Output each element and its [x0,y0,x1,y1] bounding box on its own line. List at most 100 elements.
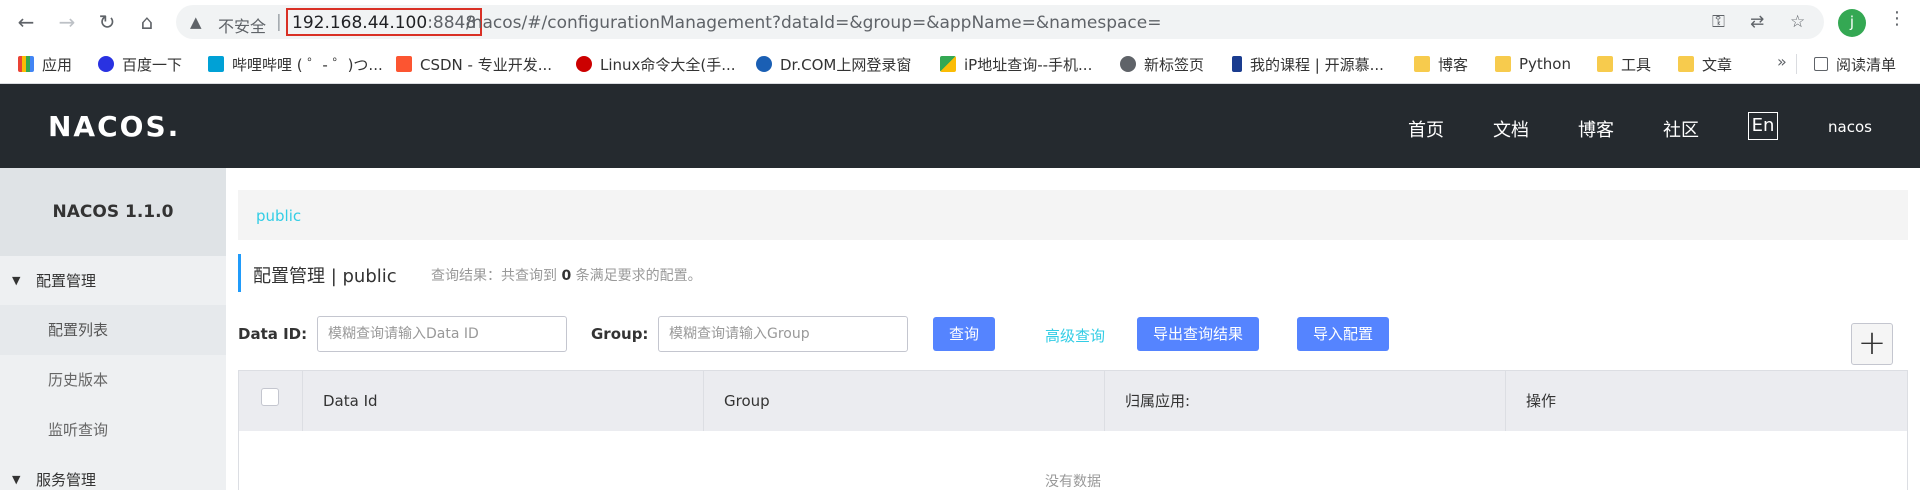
bookmark-csdn[interactable]: CSDN - 专业开发... [396,53,552,75]
redhat-icon [576,56,592,72]
insecure-label: 不安全 [218,17,267,36]
data-id-label: Data ID: [238,325,308,343]
bookmark-label: 工具 [1621,55,1652,74]
query-result-summary: 查询结果：共查询到 0 条满足要求的配置。 [431,265,702,285]
caret-down-icon: ▼ [12,473,21,486]
bookmark-new-tab[interactable]: 新标签页 [1120,53,1204,75]
home-icon[interactable]: ⌂ [135,10,159,34]
bookmark-folder-blog[interactable]: 博客 [1414,53,1468,75]
column-actions: 操作 [1526,392,1557,410]
column-group[interactable]: Group [704,371,1105,431]
folder-icon [1597,56,1613,72]
namespace-bar: public [238,190,1908,240]
bookmarks-divider [1796,54,1797,74]
bilibili-tv-icon [208,56,224,72]
baidu-paw-icon [98,56,114,72]
bookmark-courses[interactable]: 我的课程 | 开源慕... [1232,53,1384,75]
url-path: /nacos/#/configurationManagement?dataId=… [466,13,1162,33]
import-config-button[interactable]: 导入配置 [1297,317,1389,351]
warning-triangle-icon: ▲ [190,13,202,31]
data-id-input[interactable] [317,316,567,352]
advanced-query-link[interactable]: 高级查询 [1045,325,1105,346]
bookmark-folder-articles[interactable]: 文章 [1678,53,1732,75]
ip-query-icon [940,56,956,72]
nav-docs[interactable]: 文档 [1493,116,1529,142]
bookmark-folder-python[interactable]: Python [1495,53,1571,75]
translate-icon[interactable]: ⇄ [1750,12,1764,32]
caret-down-icon: ▼ [12,274,21,287]
back-arrow-icon[interactable]: ← [14,10,38,34]
bookmark-label: 我的课程 | 开源慕... [1250,55,1384,74]
bookmark-baidu[interactable]: 百度一下 [98,53,182,75]
bookmarks-overflow-icon[interactable]: » [1777,52,1787,71]
nacos-logo[interactable]: NACOS. [48,110,180,143]
reading-list-label: 阅读清单 [1836,55,1897,74]
page-title: 配置管理 | public [253,266,397,287]
result-prefix: 查询结果：共查询到 [431,268,562,284]
result-suffix: 条满足要求的配置。 [571,268,702,284]
sidebar: NACOS 1.1.0 ▼ 配置管理 配置列表 历史版本 监听查询 ▼ 服务管理 [0,168,226,490]
sidebar-item-listener-query[interactable]: 监听查询 [0,405,226,455]
sidebar-item-history[interactable]: 历史版本 [0,355,226,405]
bookmark-label: iP地址查询--手机... [964,55,1093,74]
bookmark-drcom[interactable]: Dr.COM上网登录窗 [756,53,911,75]
bookmark-bilibili[interactable]: 哔哩哔哩 ( ゜- ゜)つ... [208,53,383,75]
bookmark-label: 哔哩哔哩 ( ゜- ゜)つ... [232,55,383,74]
language-toggle-button[interactable]: En [1748,112,1778,140]
drcom-icon [756,56,772,72]
nav-home[interactable]: 首页 [1408,116,1444,142]
sidebar-group-label: 服务管理 [36,471,97,489]
key-icon[interactable]: ⚿ [1712,12,1725,32]
sidebar-group-config[interactable]: ▼ 配置管理 [0,257,226,305]
table-header: Data Id Group 归属应用: 操作 [239,371,1907,431]
reload-icon[interactable]: ↻ [95,10,119,34]
apps-grid-icon [18,56,34,72]
export-results-button[interactable]: 导出查询结果 [1137,317,1259,351]
reading-list-icon [1814,57,1828,71]
bookmark-label: Linux命令大全(手... [600,55,736,74]
bookmark-label: 新标签页 [1144,55,1205,74]
omnibox-separator: | [276,12,282,32]
namespace-public-link[interactable]: public [256,207,301,225]
config-table: Data Id Group 归属应用: 操作 没有数据 [238,370,1908,490]
page-header: 配置管理 | public 查询结果：共查询到 0 条满足要求的配置。 [238,254,1038,292]
result-count: 0 [561,268,572,284]
address-bar[interactable]: ▲ 不安全 | 192.168.44.100:8848 /nacos/#/con… [176,5,1824,39]
sidebar-item-config-list[interactable]: 配置列表 [0,305,226,355]
select-all-cell [239,371,303,431]
url-host: 192.168.44.100 [292,13,428,33]
star-icon[interactable]: ☆ [1790,12,1805,32]
column-app[interactable]: 归属应用: [1105,371,1506,431]
reading-list[interactable]: 阅读清单 [1814,53,1896,75]
bookmark-label: CSDN - 专业开发... [420,55,553,74]
profile-avatar[interactable]: j [1838,9,1866,37]
folder-icon [1678,56,1694,72]
bookmark-flag-icon [1232,56,1242,72]
bookmark-ip-query[interactable]: iP地址查询--手机... [940,53,1092,75]
bookmark-linux[interactable]: Linux命令大全(手... [576,53,736,75]
bookmarks-bar: 应用 百度一下 哔哩哔哩 ( ゜- ゜)つ... CSDN - 专业开发... … [0,44,1920,84]
bookmark-folder-tools[interactable]: 工具 [1597,53,1651,75]
nav-community[interactable]: 社区 [1663,116,1699,142]
nav-blog[interactable]: 博客 [1578,116,1614,142]
bookmark-label: Dr.COM上网登录窗 [780,55,912,74]
url-host-highlight: 192.168.44.100:8848 [286,8,483,36]
column-data-id[interactable]: Data Id [303,371,704,431]
bookmark-label: 文章 [1702,55,1733,74]
kebab-menu-icon[interactable]: ⋮ [1888,8,1906,29]
bookmark-apps[interactable]: 应用 [18,53,72,75]
bookmark-label: 博客 [1438,55,1469,74]
add-config-button[interactable]: + [1851,323,1893,365]
username[interactable]: nacos [1828,118,1872,136]
sidebar-title: NACOS 1.1.0 [0,168,226,256]
sidebar-group-service[interactable]: ▼ 服务管理 [0,456,226,504]
query-button[interactable]: 查询 [933,317,995,351]
csdn-icon [396,56,412,72]
bookmark-label: 应用 [42,55,73,74]
group-input[interactable] [658,316,908,352]
select-all-checkbox[interactable] [261,388,279,406]
forward-arrow-icon[interactable]: → [55,10,79,34]
sidebar-group-label: 配置管理 [36,272,97,290]
folder-icon [1495,56,1511,72]
app-header: NACOS. 首页 文档 博客 社区 En nacos [0,84,1920,168]
